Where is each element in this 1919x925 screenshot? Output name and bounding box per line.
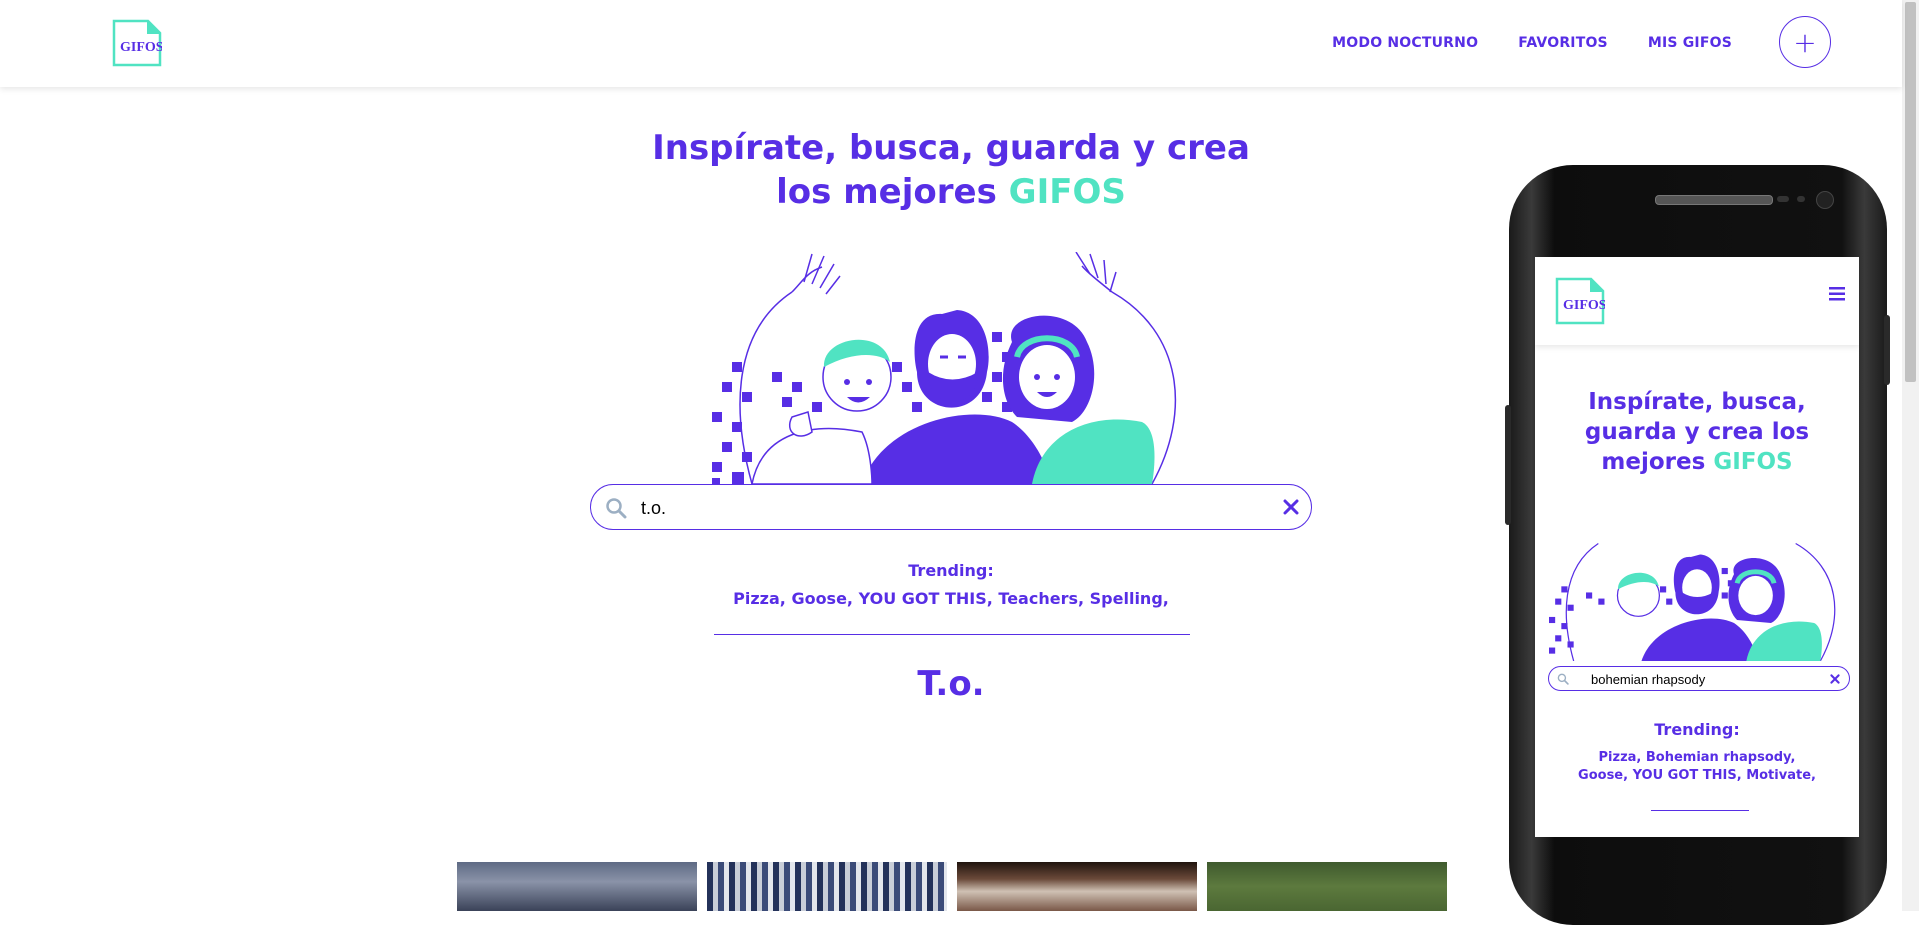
mobile-logo-text: GIFOS: [1563, 298, 1605, 313]
top-header: GIFOS MODO NOCTURNO FAVORITOS MIS GIFOS …: [0, 0, 1902, 87]
mobile-divider: [1651, 810, 1749, 811]
hero-title-accent: GIFOS: [1008, 172, 1126, 212]
main-nav: MODO NOCTURNO FAVORITOS MIS GIFOS: [1332, 35, 1732, 51]
search-bar: [590, 484, 1312, 530]
nav-my-gifos[interactable]: MIS GIFOS: [1648, 35, 1732, 51]
page-scrollbar[interactable]: [1902, 0, 1919, 911]
gif-result[interactable]: [1207, 862, 1447, 911]
mobile-header: GIFOS: [1535, 257, 1859, 345]
scroll-thumb[interactable]: [1905, 2, 1916, 382]
mobile-hero-title: Inspírate, busca, guarda y crea los mejo…: [1535, 387, 1859, 477]
hero-title-prefix: los mejores: [776, 172, 1009, 212]
phone-camera: [1816, 191, 1834, 209]
mobile-trending-title: Trending:: [1654, 720, 1740, 739]
trending-item-pizza[interactable]: Pizza,: [733, 589, 791, 608]
close-icon[interactable]: [1281, 497, 1301, 517]
mobile-gifos-logo[interactable]: GIFOS: [1555, 277, 1607, 325]
mobile-close-icon[interactable]: [1829, 673, 1841, 685]
phone-mockup: GIFOS Inspírate, busca, guarda y crea lo…: [1505, 165, 1890, 925]
phone-sensor: [1777, 196, 1789, 202]
phone-sensor: [1797, 196, 1805, 202]
nav-favorites[interactable]: FAVORITOS: [1518, 35, 1608, 51]
mobile-search-input[interactable]: [1589, 670, 1823, 689]
mobile-trending-line2[interactable]: Goose, YOU GOT THIS, Motivate,: [1575, 767, 1819, 785]
hero-title-line1: Inspírate, busca, guarda y crea: [652, 128, 1250, 168]
mobile-trending-list: Pizza, Bohemian rhapsody, Goose, YOU GOT…: [1575, 749, 1819, 785]
section-divider: [714, 634, 1190, 635]
mobile-search-icon[interactable]: [1557, 673, 1569, 685]
create-gifo-button[interactable]: +: [1779, 16, 1831, 68]
mobile-title-line2: guarda y crea los: [1584, 419, 1810, 445]
gifos-logo[interactable]: GIFOS: [112, 19, 164, 67]
phone-power-button: [1884, 315, 1890, 385]
gif-result[interactable]: [957, 862, 1197, 911]
logo-text: GIFOS: [120, 40, 162, 55]
mobile-search-bar: [1548, 666, 1850, 691]
phone-screen: GIFOS Inspírate, busca, guarda y crea lo…: [1535, 257, 1859, 837]
gif-results-grid: [457, 862, 1447, 911]
hamburger-menu-icon[interactable]: [1829, 287, 1845, 301]
mobile-trending-line1[interactable]: Pizza, Bohemian rhapsody,: [1575, 749, 1819, 767]
phone-speaker: [1655, 195, 1773, 205]
trending-item-you-got-this[interactable]: YOU GOT THIS,: [859, 589, 999, 608]
mobile-title-prefix: mejores: [1601, 449, 1714, 475]
hero-illustration: [710, 251, 1192, 485]
mobile-hero-illustration: [1549, 519, 1845, 662]
trending-item-spelling[interactable]: Spelling,: [1090, 589, 1169, 608]
gif-result[interactable]: [707, 862, 947, 911]
gif-result[interactable]: [457, 862, 697, 911]
trending-item-goose[interactable]: Goose,: [791, 589, 858, 608]
nav-night-mode[interactable]: MODO NOCTURNO: [1332, 35, 1478, 51]
mobile-title-line1: Inspírate, busca,: [1588, 389, 1806, 415]
mobile-title-line3: mejores GIFOS: [1535, 447, 1859, 477]
search-icon[interactable]: [605, 497, 627, 519]
search-input[interactable]: [639, 493, 1243, 523]
plus-icon: +: [1793, 25, 1817, 59]
phone-side-button: [1505, 405, 1511, 525]
trending-item-teachers[interactable]: Teachers,: [998, 589, 1089, 608]
mobile-title-accent: GIFOS: [1713, 449, 1793, 475]
